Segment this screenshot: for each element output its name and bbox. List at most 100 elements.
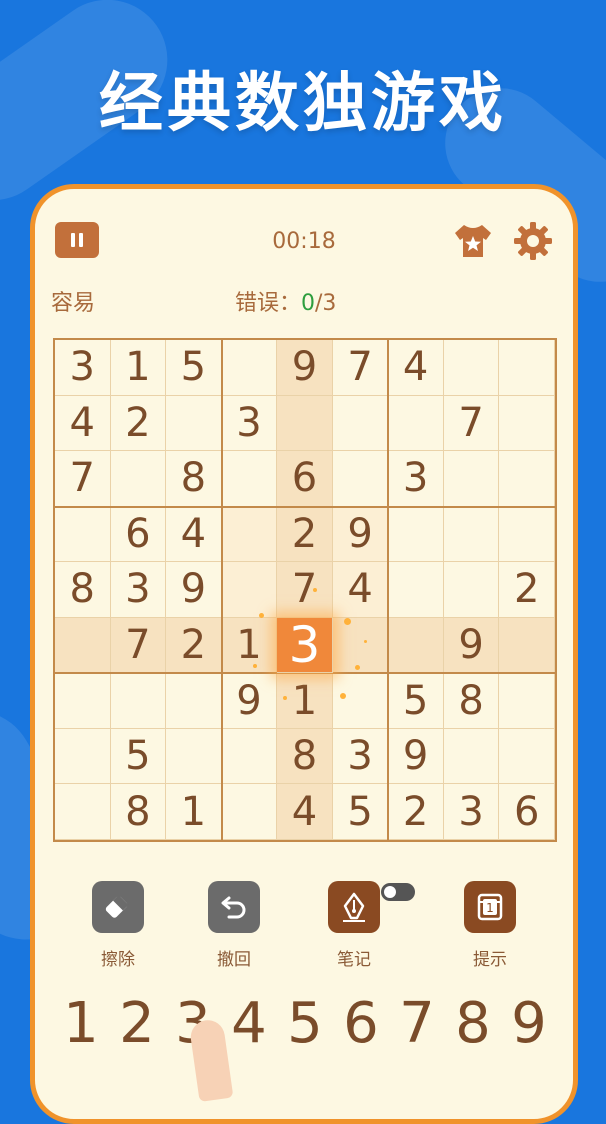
sudoku-cell[interactable] <box>443 506 500 563</box>
sudoku-cell[interactable] <box>221 728 278 785</box>
notes-toggle[interactable] <box>381 883 415 901</box>
numpad-key-8[interactable]: 8 <box>445 989 501 1059</box>
sudoku-cell[interactable]: 9 <box>332 506 389 563</box>
shirt-star-icon[interactable] <box>451 219 495 263</box>
sudoku-cell[interactable] <box>55 617 111 674</box>
sudoku-cell[interactable]: 7 <box>55 451 111 507</box>
sudoku-cell[interactable]: 8 <box>443 673 500 729</box>
sudoku-cell[interactable]: 7 <box>277 562 333 618</box>
sudoku-cell[interactable]: 3 <box>332 728 389 785</box>
sudoku-cell[interactable]: 9 <box>277 340 333 396</box>
undo-button[interactable]: 撤回 <box>189 881 279 970</box>
sudoku-cell[interactable] <box>332 673 389 729</box>
eraser-button[interactable]: 擦除 <box>73 881 163 970</box>
sudoku-cell[interactable]: 8 <box>110 784 167 840</box>
sudoku-cell[interactable]: 3 <box>443 784 500 840</box>
sudoku-cell[interactable]: 1 <box>166 784 222 840</box>
numpad-key-2[interactable]: 2 <box>109 989 165 1059</box>
sudoku-cell[interactable]: 3 <box>221 395 278 452</box>
sudoku-cell[interactable] <box>443 451 500 507</box>
sudoku-cell[interactable]: 9 <box>166 562 222 618</box>
sudoku-cell[interactable] <box>221 784 278 840</box>
sudoku-cell[interactable] <box>388 506 444 563</box>
sudoku-cell[interactable]: 2 <box>110 395 167 452</box>
sudoku-cell[interactable]: 2 <box>277 506 333 563</box>
sudoku-cell[interactable]: 7 <box>443 395 500 452</box>
sudoku-cell[interactable] <box>166 395 222 452</box>
sudoku-cell[interactable]: 7 <box>332 340 389 396</box>
sudoku-cell[interactable]: 5 <box>388 673 444 729</box>
sudoku-cell[interactable]: 6 <box>277 451 333 507</box>
sudoku-cell[interactable]: 3 <box>55 340 111 396</box>
sudoku-cell[interactable] <box>55 506 111 563</box>
sudoku-cell[interactable] <box>332 617 389 674</box>
sudoku-cell[interactable] <box>388 617 444 674</box>
sudoku-cell[interactable] <box>221 340 278 396</box>
sudoku-cell[interactable] <box>499 728 555 785</box>
sudoku-cell[interactable]: 6 <box>499 784 555 840</box>
numpad-key-6[interactable]: 6 <box>333 989 389 1059</box>
sudoku-cell[interactable] <box>499 340 555 396</box>
sudoku-cell[interactable] <box>55 784 111 840</box>
sudoku-cell[interactable] <box>166 728 222 785</box>
sudoku-cell[interactable]: 2 <box>166 617 222 674</box>
sudoku-cell[interactable] <box>166 673 222 729</box>
sudoku-cell[interactable] <box>499 506 555 563</box>
sudoku-cell[interactable] <box>332 451 389 507</box>
sudoku-cell[interactable] <box>332 395 389 452</box>
sudoku-cell[interactable] <box>499 395 555 452</box>
sudoku-cell[interactable] <box>388 395 444 452</box>
sudoku-cell[interactable] <box>443 340 500 396</box>
sudoku-cell[interactable]: 9 <box>388 728 444 785</box>
sudoku-cell[interactable]: 5 <box>166 340 222 396</box>
sudoku-cell[interactable]: 4 <box>55 395 111 452</box>
sudoku-cell[interactable]: 1 <box>110 340 167 396</box>
sudoku-cell[interactable]: 1 <box>221 617 278 674</box>
selected-cell[interactable]: 3 <box>277 616 333 674</box>
sudoku-cell[interactable] <box>221 451 278 507</box>
sudoku-cell[interactable]: 7 <box>110 617 167 674</box>
sudoku-cell[interactable] <box>55 673 111 729</box>
numpad-key-1[interactable]: 1 <box>53 989 109 1059</box>
sudoku-cell[interactable] <box>277 395 333 452</box>
sudoku-cell[interactable]: 4 <box>332 562 389 618</box>
sparkle-effect <box>313 587 317 592</box>
sudoku-cell[interactable]: 8 <box>55 562 111 618</box>
sudoku-cell[interactable] <box>55 728 111 785</box>
sudoku-cell[interactable]: 5 <box>332 784 389 840</box>
sparkle-effect <box>354 665 360 671</box>
sudoku-cell[interactable] <box>443 562 500 618</box>
sudoku-cell[interactable]: 4 <box>166 506 222 563</box>
sudoku-cell[interactable] <box>110 451 167 507</box>
hint-button[interactable]: 1 提示 <box>445 881 535 970</box>
numpad-key-9[interactable]: 9 <box>501 989 557 1059</box>
sudoku-cell[interactable]: 4 <box>388 340 444 396</box>
numpad-key-5[interactable]: 5 <box>277 989 333 1059</box>
sudoku-cell[interactable]: 8 <box>277 728 333 785</box>
sudoku-cell[interactable] <box>221 506 278 563</box>
eraser-label: 擦除 <box>101 950 135 970</box>
sudoku-cell[interactable] <box>221 562 278 618</box>
sudoku-cell[interactable]: 3 <box>388 451 444 507</box>
sudoku-cell[interactable]: 4 <box>277 784 333 840</box>
error-counter: 错误：0/3 <box>235 285 336 317</box>
sudoku-cell[interactable] <box>110 673 167 729</box>
numpad-key-7[interactable]: 7 <box>389 989 445 1059</box>
sudoku-cell[interactable]: 8 <box>166 451 222 507</box>
sudoku-cell[interactable]: 9 <box>221 673 278 729</box>
numpad-key-4[interactable]: 4 <box>221 989 277 1059</box>
sudoku-cell[interactable]: 6 <box>110 506 167 563</box>
sudoku-cell[interactable]: 2 <box>499 562 555 618</box>
sudoku-cell[interactable] <box>499 673 555 729</box>
sudoku-cell[interactable] <box>499 451 555 507</box>
sudoku-cell[interactable]: 9 <box>443 617 500 674</box>
notes-label: 笔记 <box>337 950 371 970</box>
sudoku-cell[interactable] <box>499 617 555 674</box>
sudoku-cell[interactable]: 5 <box>110 728 167 785</box>
sudoku-cell[interactable]: 2 <box>388 784 444 840</box>
gear-icon[interactable] <box>511 219 555 263</box>
sudoku-cell[interactable]: 3 <box>110 562 167 618</box>
sudoku-cell[interactable] <box>443 728 500 785</box>
sudoku-cell[interactable] <box>388 562 444 618</box>
sudoku-cell[interactable]: 1 <box>277 673 333 729</box>
